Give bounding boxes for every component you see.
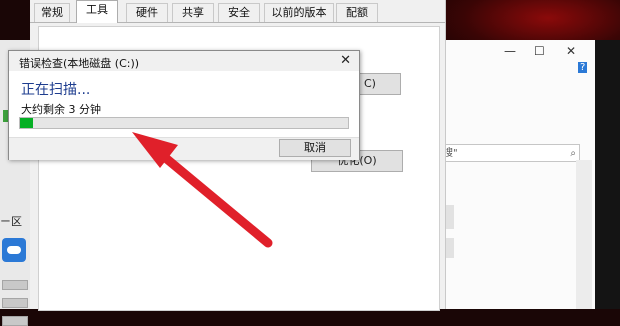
annotation-arrow: [132, 132, 273, 248]
red-arrow-icon: [132, 132, 273, 248]
drive-icon: [2, 316, 28, 326]
